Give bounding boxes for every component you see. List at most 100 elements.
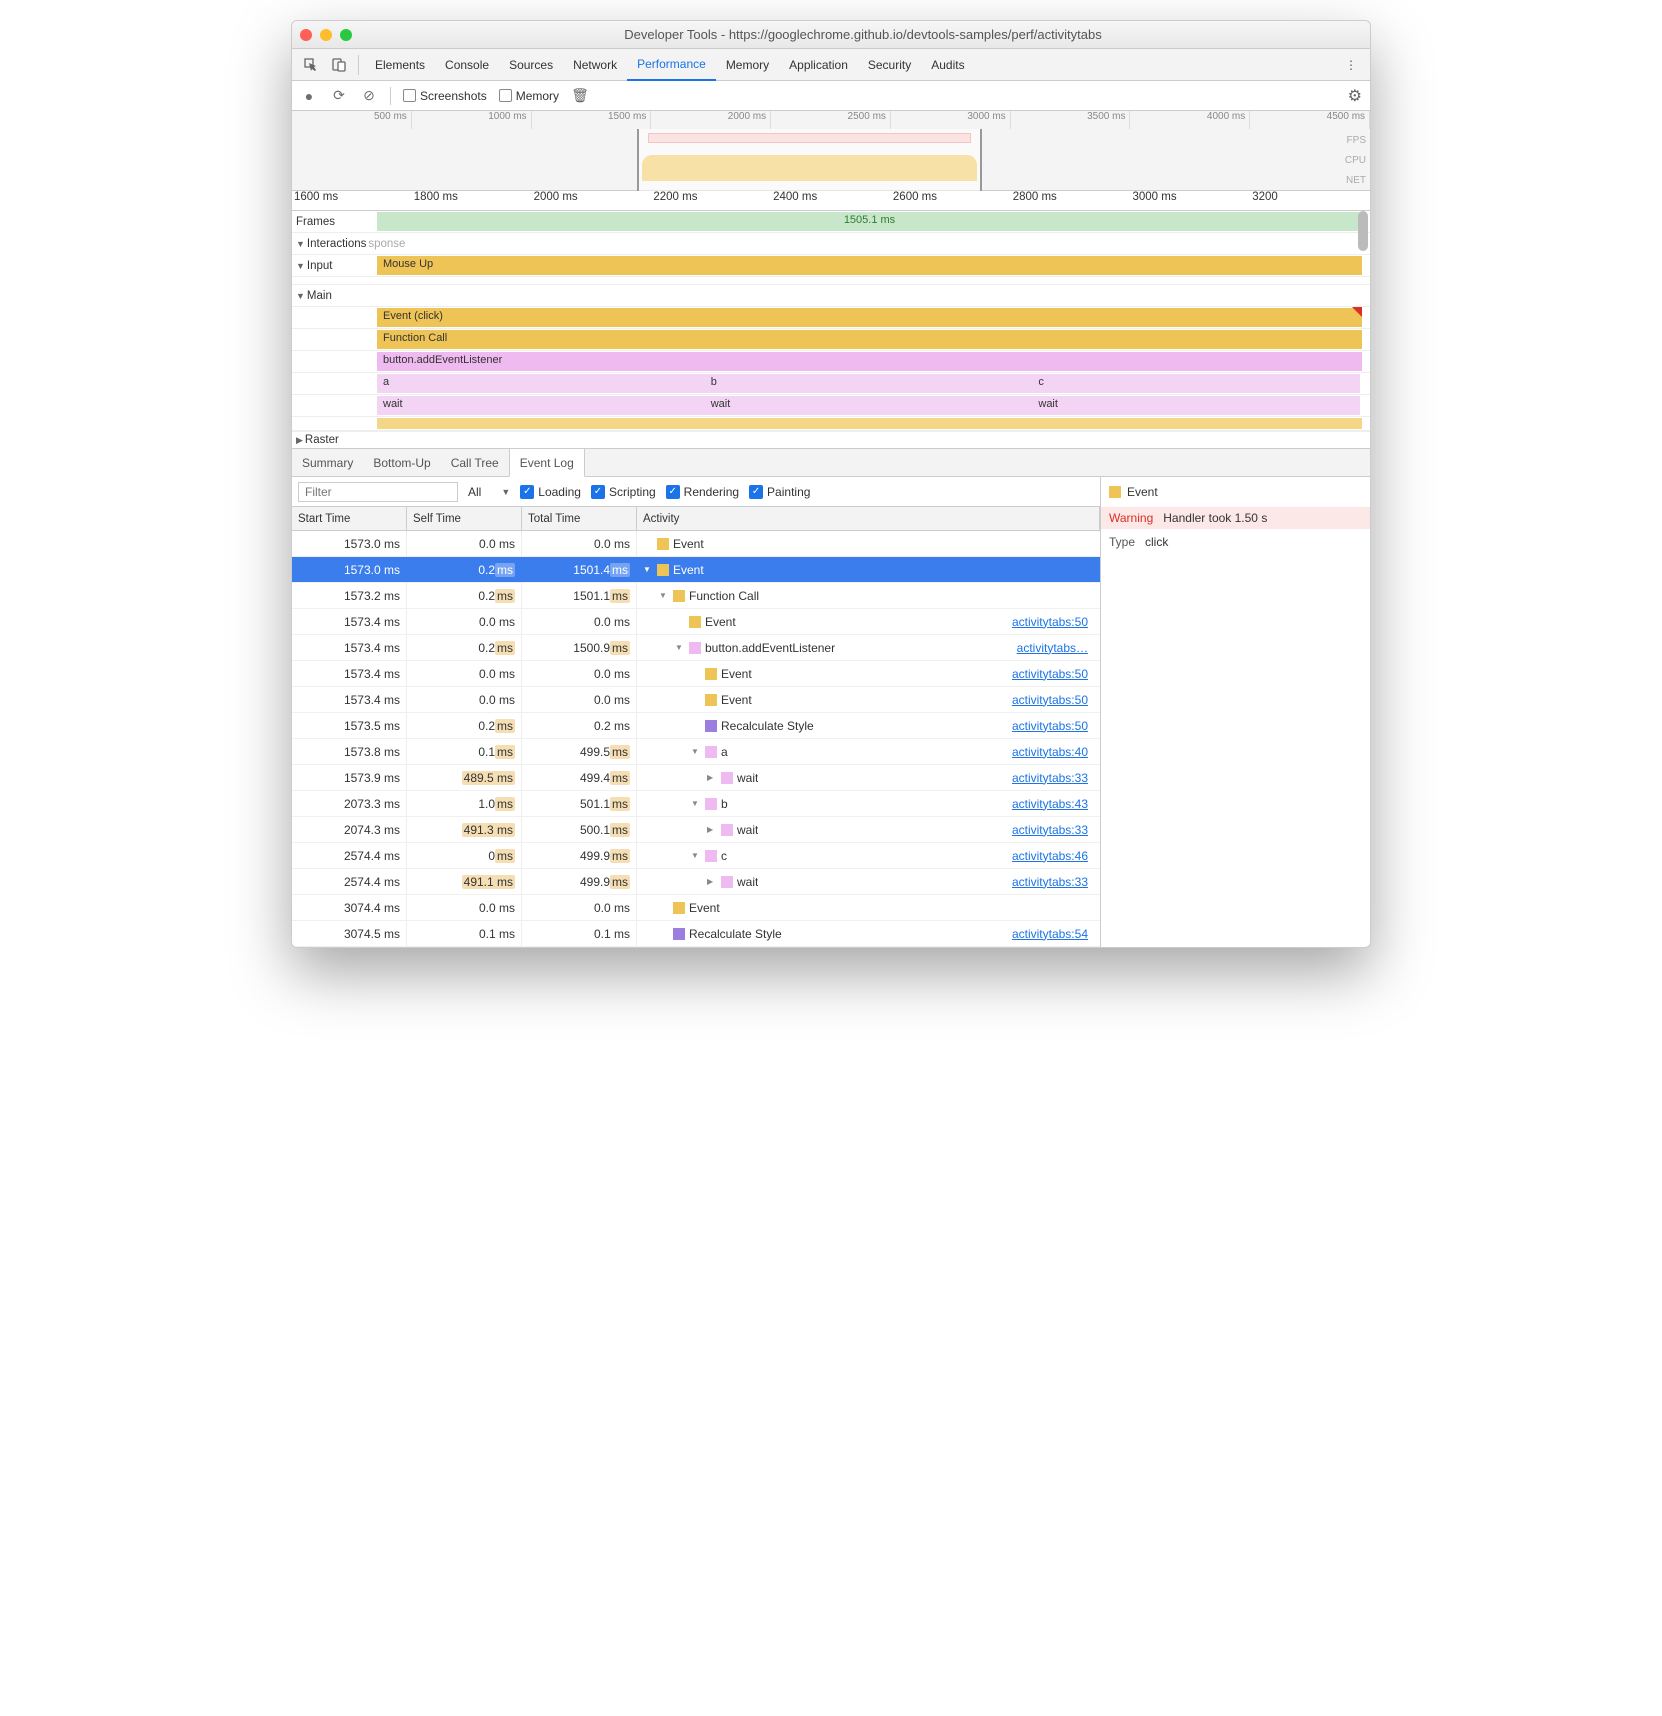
track-raster[interactable]: ▶Raster bbox=[292, 431, 1370, 448]
inspect-icon[interactable] bbox=[298, 52, 324, 78]
source-link[interactable]: activitytabs:50 bbox=[1012, 719, 1094, 733]
activity-swatch-icon bbox=[673, 902, 685, 914]
activity-swatch-icon bbox=[721, 772, 733, 784]
flame-c[interactable]: c bbox=[1032, 374, 1360, 393]
tab-network[interactable]: Network bbox=[563, 49, 627, 81]
flame-b[interactable]: b bbox=[705, 374, 1033, 393]
track-frames[interactable]: Frames bbox=[292, 211, 377, 232]
event-log-row[interactable]: 1573.0 ms0.0 ms0.0 msEvent bbox=[292, 531, 1100, 557]
event-log-row[interactable]: 1573.4 ms0.0 ms0.0 msEventactivitytabs:5… bbox=[292, 661, 1100, 687]
activity-swatch-icon bbox=[689, 642, 701, 654]
screenshots-checkbox[interactable]: Screenshots bbox=[403, 89, 487, 103]
more-icon[interactable]: ⋮ bbox=[1338, 58, 1364, 72]
tab-elements[interactable]: Elements bbox=[365, 49, 435, 81]
event-log-row[interactable]: 3074.4 ms0.0 ms0.0 msEvent bbox=[292, 895, 1100, 921]
col-activity[interactable]: Activity bbox=[637, 507, 1100, 530]
source-link[interactable]: activitytabs:54 bbox=[1012, 927, 1094, 941]
flame-listener[interactable]: button.addEventListener bbox=[377, 352, 1362, 371]
flame-a[interactable]: a bbox=[377, 374, 705, 393]
flame-wait-a[interactable]: wait bbox=[377, 396, 705, 415]
detail-tab-summary[interactable]: Summary bbox=[292, 449, 363, 476]
flame-function-call[interactable]: Function Call bbox=[377, 330, 1362, 349]
close-icon[interactable] bbox=[300, 29, 312, 41]
overview-selection[interactable] bbox=[637, 129, 982, 191]
activity-swatch-icon bbox=[705, 850, 717, 862]
col-total-time[interactable]: Total Time bbox=[522, 507, 637, 530]
event-log-row[interactable]: 3074.5 ms0.1 ms0.1 msRecalculate Styleac… bbox=[292, 921, 1100, 947]
source-link[interactable]: activitytabs:40 bbox=[1012, 745, 1094, 759]
track-input[interactable]: ▼Input bbox=[292, 255, 377, 276]
source-link[interactable]: activitytabs… bbox=[1017, 641, 1094, 655]
minimize-icon[interactable] bbox=[320, 29, 332, 41]
source-link[interactable]: activitytabs:50 bbox=[1012, 693, 1094, 707]
filter-dropdown[interactable]: All▼ bbox=[468, 485, 510, 499]
activity-swatch-icon bbox=[705, 720, 717, 732]
filter-loading[interactable]: ✓Loading bbox=[520, 485, 581, 499]
source-link[interactable]: activitytabs:50 bbox=[1012, 667, 1094, 681]
event-log-row[interactable]: 1573.4 ms0.0 ms0.0 msEventactivitytabs:5… bbox=[292, 609, 1100, 635]
flame-event-click[interactable]: Event (click) bbox=[377, 308, 1362, 327]
detail-tab-event-log[interactable]: Event Log bbox=[509, 449, 585, 477]
track-interactions[interactable]: ▼Interactionssponse bbox=[292, 233, 377, 254]
event-log-row[interactable]: 2574.4 ms491.1 ms499.9 ms▶waitactivityta… bbox=[292, 869, 1100, 895]
event-log-row[interactable]: 1573.2 ms0.2 ms1501.1 ms▼Function Call bbox=[292, 583, 1100, 609]
detail-tab-bottom-up[interactable]: Bottom-Up bbox=[363, 449, 440, 476]
panel-tabs: ElementsConsoleSourcesNetworkPerformance… bbox=[292, 49, 1370, 81]
flame-chart[interactable]: Frames 1505.1 ms ▼Interactionssponse ▼In… bbox=[292, 211, 1370, 431]
tab-audits[interactable]: Audits bbox=[921, 49, 974, 81]
overview-strip[interactable]: 500 ms1000 ms1500 ms2000 ms2500 ms3000 m… bbox=[292, 111, 1370, 191]
col-start-time[interactable]: Start Time bbox=[292, 507, 407, 530]
flame-wait-b[interactable]: wait bbox=[705, 396, 1033, 415]
reload-icon[interactable]: ⟳ bbox=[330, 87, 348, 104]
event-log-row[interactable]: 2574.4 ms0 ms499.9 ms▼cactivitytabs:46 bbox=[292, 843, 1100, 869]
event-log-row[interactable]: 1573.9 ms489.5 ms499.4 ms▶waitactivityta… bbox=[292, 765, 1100, 791]
gc-icon[interactable]: 🗑 bbox=[571, 87, 589, 104]
track-main[interactable]: ▼Main bbox=[292, 285, 377, 306]
source-link[interactable]: activitytabs:50 bbox=[1012, 615, 1094, 629]
memory-checkbox[interactable]: Memory bbox=[499, 89, 559, 103]
frame-bar[interactable]: 1505.1 ms bbox=[377, 212, 1362, 231]
activity-swatch-icon bbox=[673, 590, 685, 602]
activity-swatch-icon bbox=[705, 668, 717, 680]
source-link[interactable]: activitytabs:46 bbox=[1012, 849, 1094, 863]
tab-memory[interactable]: Memory bbox=[716, 49, 779, 81]
activity-swatch-icon bbox=[657, 564, 669, 576]
window-title: Developer Tools - https://googlechrome.g… bbox=[364, 27, 1362, 42]
event-log-row[interactable]: 1573.4 ms0.0 ms0.0 msEventactivitytabs:5… bbox=[292, 687, 1100, 713]
filter-painting[interactable]: ✓Painting bbox=[749, 485, 810, 499]
filter-input[interactable] bbox=[298, 482, 458, 502]
clear-icon[interactable]: ⊘ bbox=[360, 87, 378, 104]
tab-sources[interactable]: Sources bbox=[499, 49, 563, 81]
device-icon[interactable] bbox=[326, 52, 352, 78]
event-log-row[interactable]: 1573.0 ms0.2 ms1501.4 ms▼Event bbox=[292, 557, 1100, 583]
event-log-row[interactable]: 2073.3 ms1.0 ms501.1 ms▼bactivitytabs:43 bbox=[292, 791, 1100, 817]
event-swatch-icon bbox=[1109, 486, 1121, 498]
tab-console[interactable]: Console bbox=[435, 49, 499, 81]
settings-icon[interactable]: ⚙ bbox=[1348, 86, 1362, 106]
source-link[interactable]: activitytabs:43 bbox=[1012, 797, 1094, 811]
event-log-row[interactable]: 1573.5 ms0.2 ms0.2 msRecalculate Styleac… bbox=[292, 713, 1100, 739]
source-link[interactable]: activitytabs:33 bbox=[1012, 771, 1094, 785]
event-log-row[interactable]: 1573.4 ms0.2 ms1500.9 ms▼button.addEvent… bbox=[292, 635, 1100, 661]
event-log-row[interactable]: 2074.3 ms491.3 ms500.1 ms▶waitactivityta… bbox=[292, 817, 1100, 843]
tab-application[interactable]: Application bbox=[779, 49, 858, 81]
input-bar[interactable]: Mouse Up bbox=[377, 256, 1362, 275]
tab-security[interactable]: Security bbox=[858, 49, 921, 81]
titlebar: Developer Tools - https://googlechrome.g… bbox=[292, 21, 1370, 49]
filter-scripting[interactable]: ✓Scripting bbox=[591, 485, 656, 499]
event-log-row[interactable]: 1573.8 ms0.1 ms499.5 ms▼aactivitytabs:40 bbox=[292, 739, 1100, 765]
detail-tab-call-tree[interactable]: Call Tree bbox=[441, 449, 509, 476]
source-link[interactable]: activitytabs:33 bbox=[1012, 823, 1094, 837]
col-self-time[interactable]: Self Time bbox=[407, 507, 522, 530]
flame-scrollbar[interactable] bbox=[1358, 211, 1368, 251]
tab-performance[interactable]: Performance bbox=[627, 49, 716, 81]
source-link[interactable]: activitytabs:33 bbox=[1012, 875, 1094, 889]
filter-rendering[interactable]: ✓Rendering bbox=[666, 485, 739, 499]
timeline-ruler: 1600 ms1800 ms2000 ms2200 ms2400 ms2600 … bbox=[292, 191, 1370, 211]
record-icon[interactable]: ● bbox=[300, 88, 318, 104]
activity-swatch-icon bbox=[721, 876, 733, 888]
window-controls bbox=[300, 29, 352, 41]
zoom-icon[interactable] bbox=[340, 29, 352, 41]
flame-wait-c[interactable]: wait bbox=[1032, 396, 1360, 415]
activity-swatch-icon bbox=[705, 694, 717, 706]
